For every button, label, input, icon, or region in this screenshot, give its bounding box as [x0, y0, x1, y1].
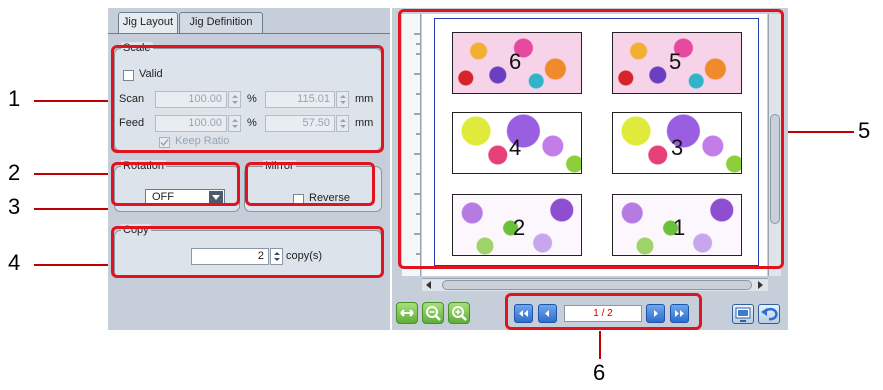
highlight-box-scale	[111, 45, 384, 153]
callout-2-line	[34, 173, 112, 175]
zoom-out-icon	[426, 306, 441, 321]
tab-jig-layout[interactable]: Jig Layout	[118, 12, 178, 33]
callout-6-line	[599, 331, 601, 359]
callout-2: 2	[8, 160, 21, 185]
callout-4: 4	[8, 250, 21, 275]
zoom-out-button[interactable]	[422, 302, 444, 324]
callout-5: 5	[858, 118, 871, 143]
highlight-box-pager	[505, 293, 702, 330]
undo-icon	[761, 307, 778, 321]
tab-divider	[108, 33, 390, 34]
horizontal-scrollbar[interactable]	[422, 278, 768, 291]
scroll-left-icon[interactable]	[426, 281, 431, 289]
zoom-in-icon	[452, 306, 467, 321]
callout-5-line	[782, 131, 854, 133]
zoom-in-button[interactable]	[448, 302, 470, 324]
highlight-box-preview	[398, 9, 784, 269]
undo-button[interactable]	[758, 304, 780, 324]
highlight-box-rotation	[111, 162, 240, 206]
fit-to-window-button[interactable]	[396, 302, 418, 324]
monitor-icon	[735, 307, 751, 322]
callout-6: 6	[593, 360, 606, 385]
callout-1: 1	[8, 86, 21, 111]
fit-icon	[400, 309, 414, 317]
callout-3: 3	[8, 194, 21, 219]
highlight-box-mirror	[245, 162, 375, 206]
highlight-box-copy	[111, 226, 384, 278]
tab-jig-definition[interactable]: Jig Definition	[179, 12, 263, 33]
callout-1-line	[34, 100, 112, 102]
scroll-right-icon[interactable]	[758, 281, 763, 289]
horizontal-scroll-thumb[interactable]	[442, 280, 752, 290]
print-preview-button[interactable]	[732, 304, 754, 324]
callout-4-line	[34, 264, 112, 266]
